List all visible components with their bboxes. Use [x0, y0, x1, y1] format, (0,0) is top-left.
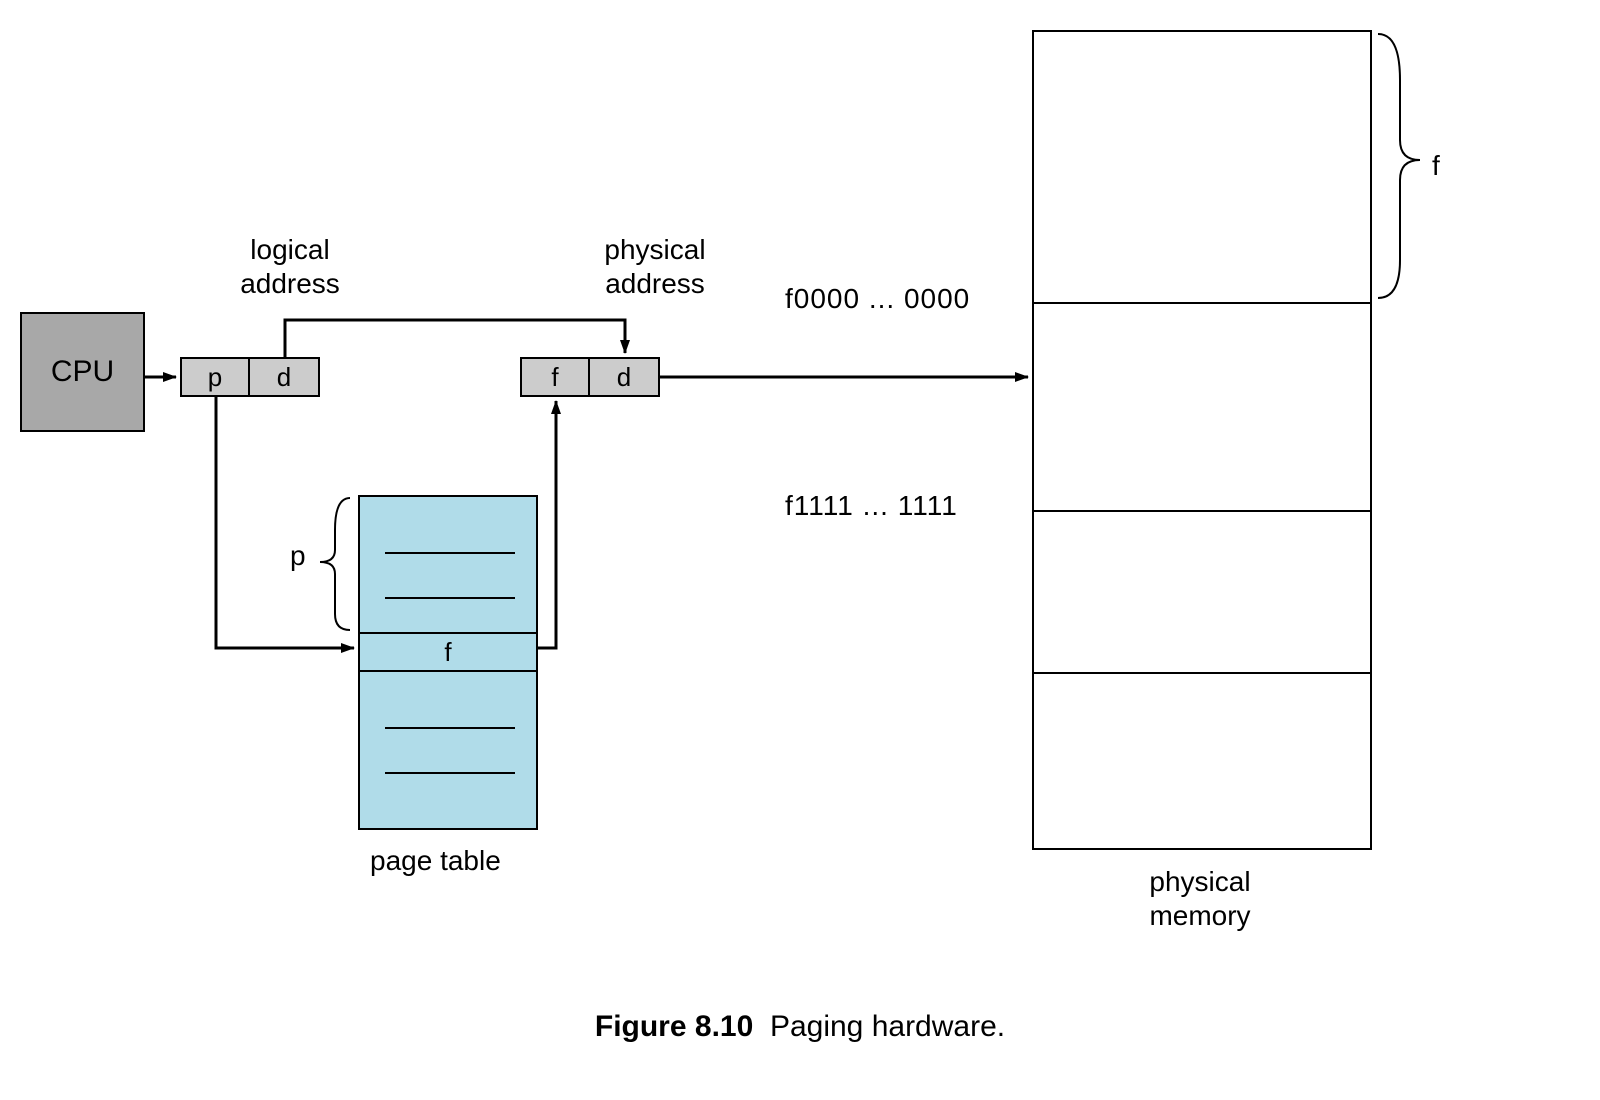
f-brace-label: f — [1432, 150, 1440, 182]
page-table-f-row: f — [360, 632, 536, 672]
logical-address-box: p d — [180, 357, 320, 397]
f-brace — [1378, 34, 1420, 298]
frame-bottom-address: f1111 ... 1111 — [785, 490, 958, 522]
p-brace-label: p — [290, 540, 306, 572]
page-table-label: page table — [370, 845, 501, 877]
paging-hardware-diagram: CPU logical address p d physical address… — [0, 0, 1600, 1100]
cpu-box: CPU — [20, 312, 145, 432]
logical-p-cell: p — [180, 357, 250, 397]
physical-memory-label: physical memory — [1110, 865, 1290, 932]
logical-d-cell: d — [250, 357, 320, 397]
physical-d-cell: d — [590, 357, 660, 397]
physical-memory-box — [1032, 30, 1372, 850]
figure-caption: Figure 8.10 Paging hardware. — [0, 1010, 1600, 1044]
cpu-label: CPU — [51, 355, 114, 389]
arrow-f-to-physicalf — [538, 401, 556, 648]
logical-address-label: logical address — [220, 233, 360, 300]
physical-address-label: physical address — [585, 233, 725, 300]
arrow-p-to-pagetable — [216, 397, 354, 648]
page-table-box: f — [358, 495, 538, 830]
frame-top-address: f0000 ... 0000 — [785, 283, 970, 315]
physical-address-box: f d — [520, 357, 660, 397]
arrow-d-to-d — [285, 320, 625, 357]
physical-f-cell: f — [520, 357, 590, 397]
p-brace — [320, 498, 350, 630]
